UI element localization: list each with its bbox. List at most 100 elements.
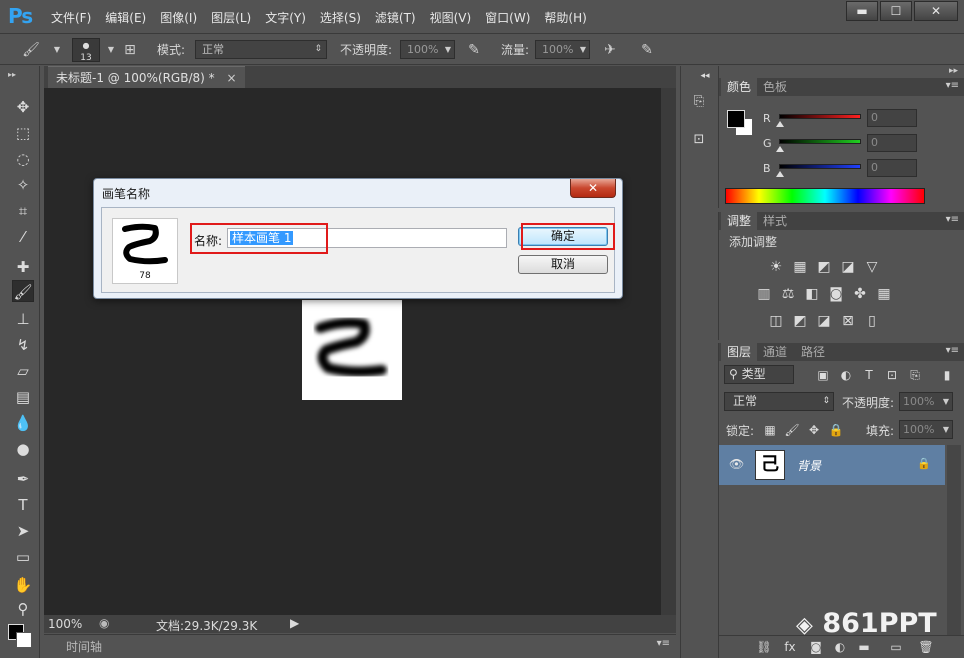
green-value-input[interactable]: 0 <box>867 134 917 152</box>
levels-icon[interactable]: ▦ <box>791 258 809 276</box>
new-group-icon[interactable]: ▬ <box>855 638 873 656</box>
layers-scrollbar[interactable] <box>947 445 961 635</box>
type-tool-icon[interactable]: T <box>12 494 34 516</box>
gradient-map-icon[interactable]: ▯ <box>863 312 881 330</box>
vibrance-icon[interactable]: ▽ <box>863 258 881 276</box>
tab-color[interactable]: 颜色 <box>721 78 758 96</box>
quick-select-tool-icon[interactable]: ✧ <box>12 174 34 196</box>
red-slider-track[interactable] <box>779 114 861 119</box>
color-balance-icon[interactable]: ⚖ <box>779 285 797 303</box>
link-layers-icon[interactable]: ⛓ <box>755 638 773 656</box>
menu-filter[interactable]: 滤镜(T) <box>368 9 423 26</box>
cancel-button[interactable]: 取消 <box>518 255 608 274</box>
layer-filter-select[interactable]: ⚲ 类型 <box>724 365 794 384</box>
crop-tool-icon[interactable]: ⌗ <box>12 200 34 222</box>
path-select-tool-icon[interactable]: ➤ <box>12 520 34 542</box>
tab-swatches[interactable]: 色板 <box>757 78 793 96</box>
blue-value-input[interactable]: 0 <box>867 159 917 177</box>
hand-tool-icon[interactable]: ✋ <box>12 574 34 596</box>
menu-type[interactable]: 文字(Y) <box>258 9 313 26</box>
visibility-eye-icon[interactable]: 👁 <box>729 457 744 471</box>
red-value-input[interactable]: 0 <box>867 109 917 127</box>
foreground-color-swatch[interactable] <box>727 110 745 128</box>
history-brush-tool-icon[interactable]: ↯ <box>12 334 34 356</box>
slider-knob-icon[interactable] <box>776 146 784 152</box>
brush-tool-icon[interactable]: 🖌 <box>12 280 34 302</box>
slider-knob-icon[interactable] <box>776 121 784 127</box>
red-slider[interactable]: R 0 <box>759 109 919 132</box>
opacity-input[interactable]: 100% ▼ <box>400 40 455 59</box>
timeline-panel-bar[interactable]: 时间轴 ▾≡ <box>44 634 676 656</box>
menu-edit[interactable]: 编辑(E) <box>98 9 153 26</box>
lock-transparent-icon[interactable]: ▦ <box>761 421 779 439</box>
eraser-tool-icon[interactable]: ▱ <box>12 360 34 382</box>
minimize-button[interactable]: ▬ <box>846 1 878 21</box>
panel-collapse-icon[interactable]: ▸▸ <box>8 70 16 79</box>
close-window-button[interactable]: ✕ <box>914 1 958 21</box>
history-panel-icon[interactable]: ⎘ <box>689 92 709 112</box>
filter-image-icon[interactable]: ▣ <box>814 366 832 384</box>
dock-collapse-icon[interactable]: ◂◂ <box>695 66 715 86</box>
brush-picker-chevron-icon[interactable]: ▼ <box>102 41 120 59</box>
invert-icon[interactable]: ◫ <box>767 312 785 330</box>
new-layer-icon[interactable]: ▭ <box>887 638 905 656</box>
tab-channels[interactable]: 通道 <box>757 343 793 361</box>
status-menu-arrow-icon[interactable]: ▶ <box>290 616 299 630</box>
panel-menu-icon[interactable]: ▾≡ <box>946 214 959 225</box>
fx-icon[interactable]: fx <box>781 638 799 656</box>
tab-styles[interactable]: 样式 <box>757 212 793 230</box>
gradient-tool-icon[interactable]: ▤ <box>12 386 34 408</box>
shape-tool-icon[interactable]: ▭ <box>12 546 34 568</box>
healing-brush-tool-icon[interactable]: ✚ <box>12 256 34 278</box>
lock-all-icon[interactable]: 🔒 <box>827 421 845 439</box>
tab-paths[interactable]: 路径 <box>795 343 831 361</box>
filter-type-icon[interactable]: T <box>860 366 878 384</box>
eyedropper-tool-icon[interactable]: ⁄ <box>12 226 34 248</box>
add-mask-icon[interactable]: ◙ <box>807 638 825 656</box>
delete-layer-icon[interactable]: 🗑 <box>917 638 935 656</box>
filter-adjustment-icon[interactable]: ◐ <box>837 366 855 384</box>
color-swatches-icon[interactable] <box>6 622 34 648</box>
menu-file[interactable]: 文件(F) <box>44 9 98 26</box>
airbrush-icon[interactable]: ✈ <box>601 41 619 59</box>
mode-select[interactable]: 正常 ⇕ <box>195 40 327 59</box>
slider-knob-icon[interactable] <box>776 171 784 177</box>
marquee-tool-icon[interactable]: ⬚ <box>12 122 34 144</box>
dodge-tool-icon[interactable]: ● <box>12 438 34 460</box>
channel-mixer-icon[interactable]: ✤ <box>851 285 869 303</box>
blue-slider[interactable]: B 0 <box>759 159 919 182</box>
hue-saturation-icon[interactable]: ▥ <box>755 285 773 303</box>
filter-smart-object-icon[interactable]: ⎘ <box>906 366 924 384</box>
lock-pixels-icon[interactable]: 🖌 <box>783 421 801 439</box>
filter-toggle-icon[interactable]: ▮ <box>938 366 956 384</box>
lock-position-icon[interactable]: ✥ <box>805 421 823 439</box>
exposure-icon[interactable]: ◪ <box>839 258 857 276</box>
photo-filter-icon[interactable]: ◙ <box>827 285 845 303</box>
panel-menu-icon[interactable]: ▾≡ <box>946 345 959 356</box>
blue-slider-track[interactable] <box>779 164 861 169</box>
status-info-icon[interactable]: ◉ <box>99 616 109 630</box>
layer-opacity-input[interactable]: 100% ▼ <box>899 392 953 411</box>
dialog-close-button[interactable]: ✕ <box>570 179 616 198</box>
brush-tool-preset-icon[interactable]: 🖌 <box>22 41 40 59</box>
flow-input[interactable]: 100% ▼ <box>535 40 590 59</box>
vertical-scrollbar[interactable] <box>661 88 676 615</box>
lasso-tool-icon[interactable]: ◌ <box>12 148 34 170</box>
blend-mode-select[interactable]: 正常 ⇕ <box>724 392 834 411</box>
selective-color-icon[interactable]: ⊠ <box>839 312 857 330</box>
zoom-level[interactable]: 100% <box>48 617 82 631</box>
menu-image[interactable]: 图像(I) <box>153 9 204 26</box>
green-slider[interactable]: G 0 <box>759 134 919 157</box>
green-slider-track[interactable] <box>779 139 861 144</box>
move-tool-icon[interactable]: ✥ <box>12 96 34 118</box>
zoom-tool-icon[interactable]: ⚲ <box>12 598 34 620</box>
threshold-icon[interactable]: ◪ <box>815 312 833 330</box>
brush-panel-toggle-icon[interactable]: ⊞ <box>121 41 139 59</box>
menu-layer[interactable]: 图层(L) <box>204 9 258 26</box>
document-tab[interactable]: 未标题-1 @ 100%(RGB/8) * × <box>48 66 245 88</box>
pressure-size-icon[interactable]: ✎ <box>638 41 656 59</box>
menu-select[interactable]: 选择(S) <box>313 9 368 26</box>
new-adjustment-icon[interactable]: ◐ <box>831 638 849 656</box>
brightness-icon[interactable]: ☀ <box>767 258 785 276</box>
pen-tool-icon[interactable]: ✒ <box>12 468 34 490</box>
